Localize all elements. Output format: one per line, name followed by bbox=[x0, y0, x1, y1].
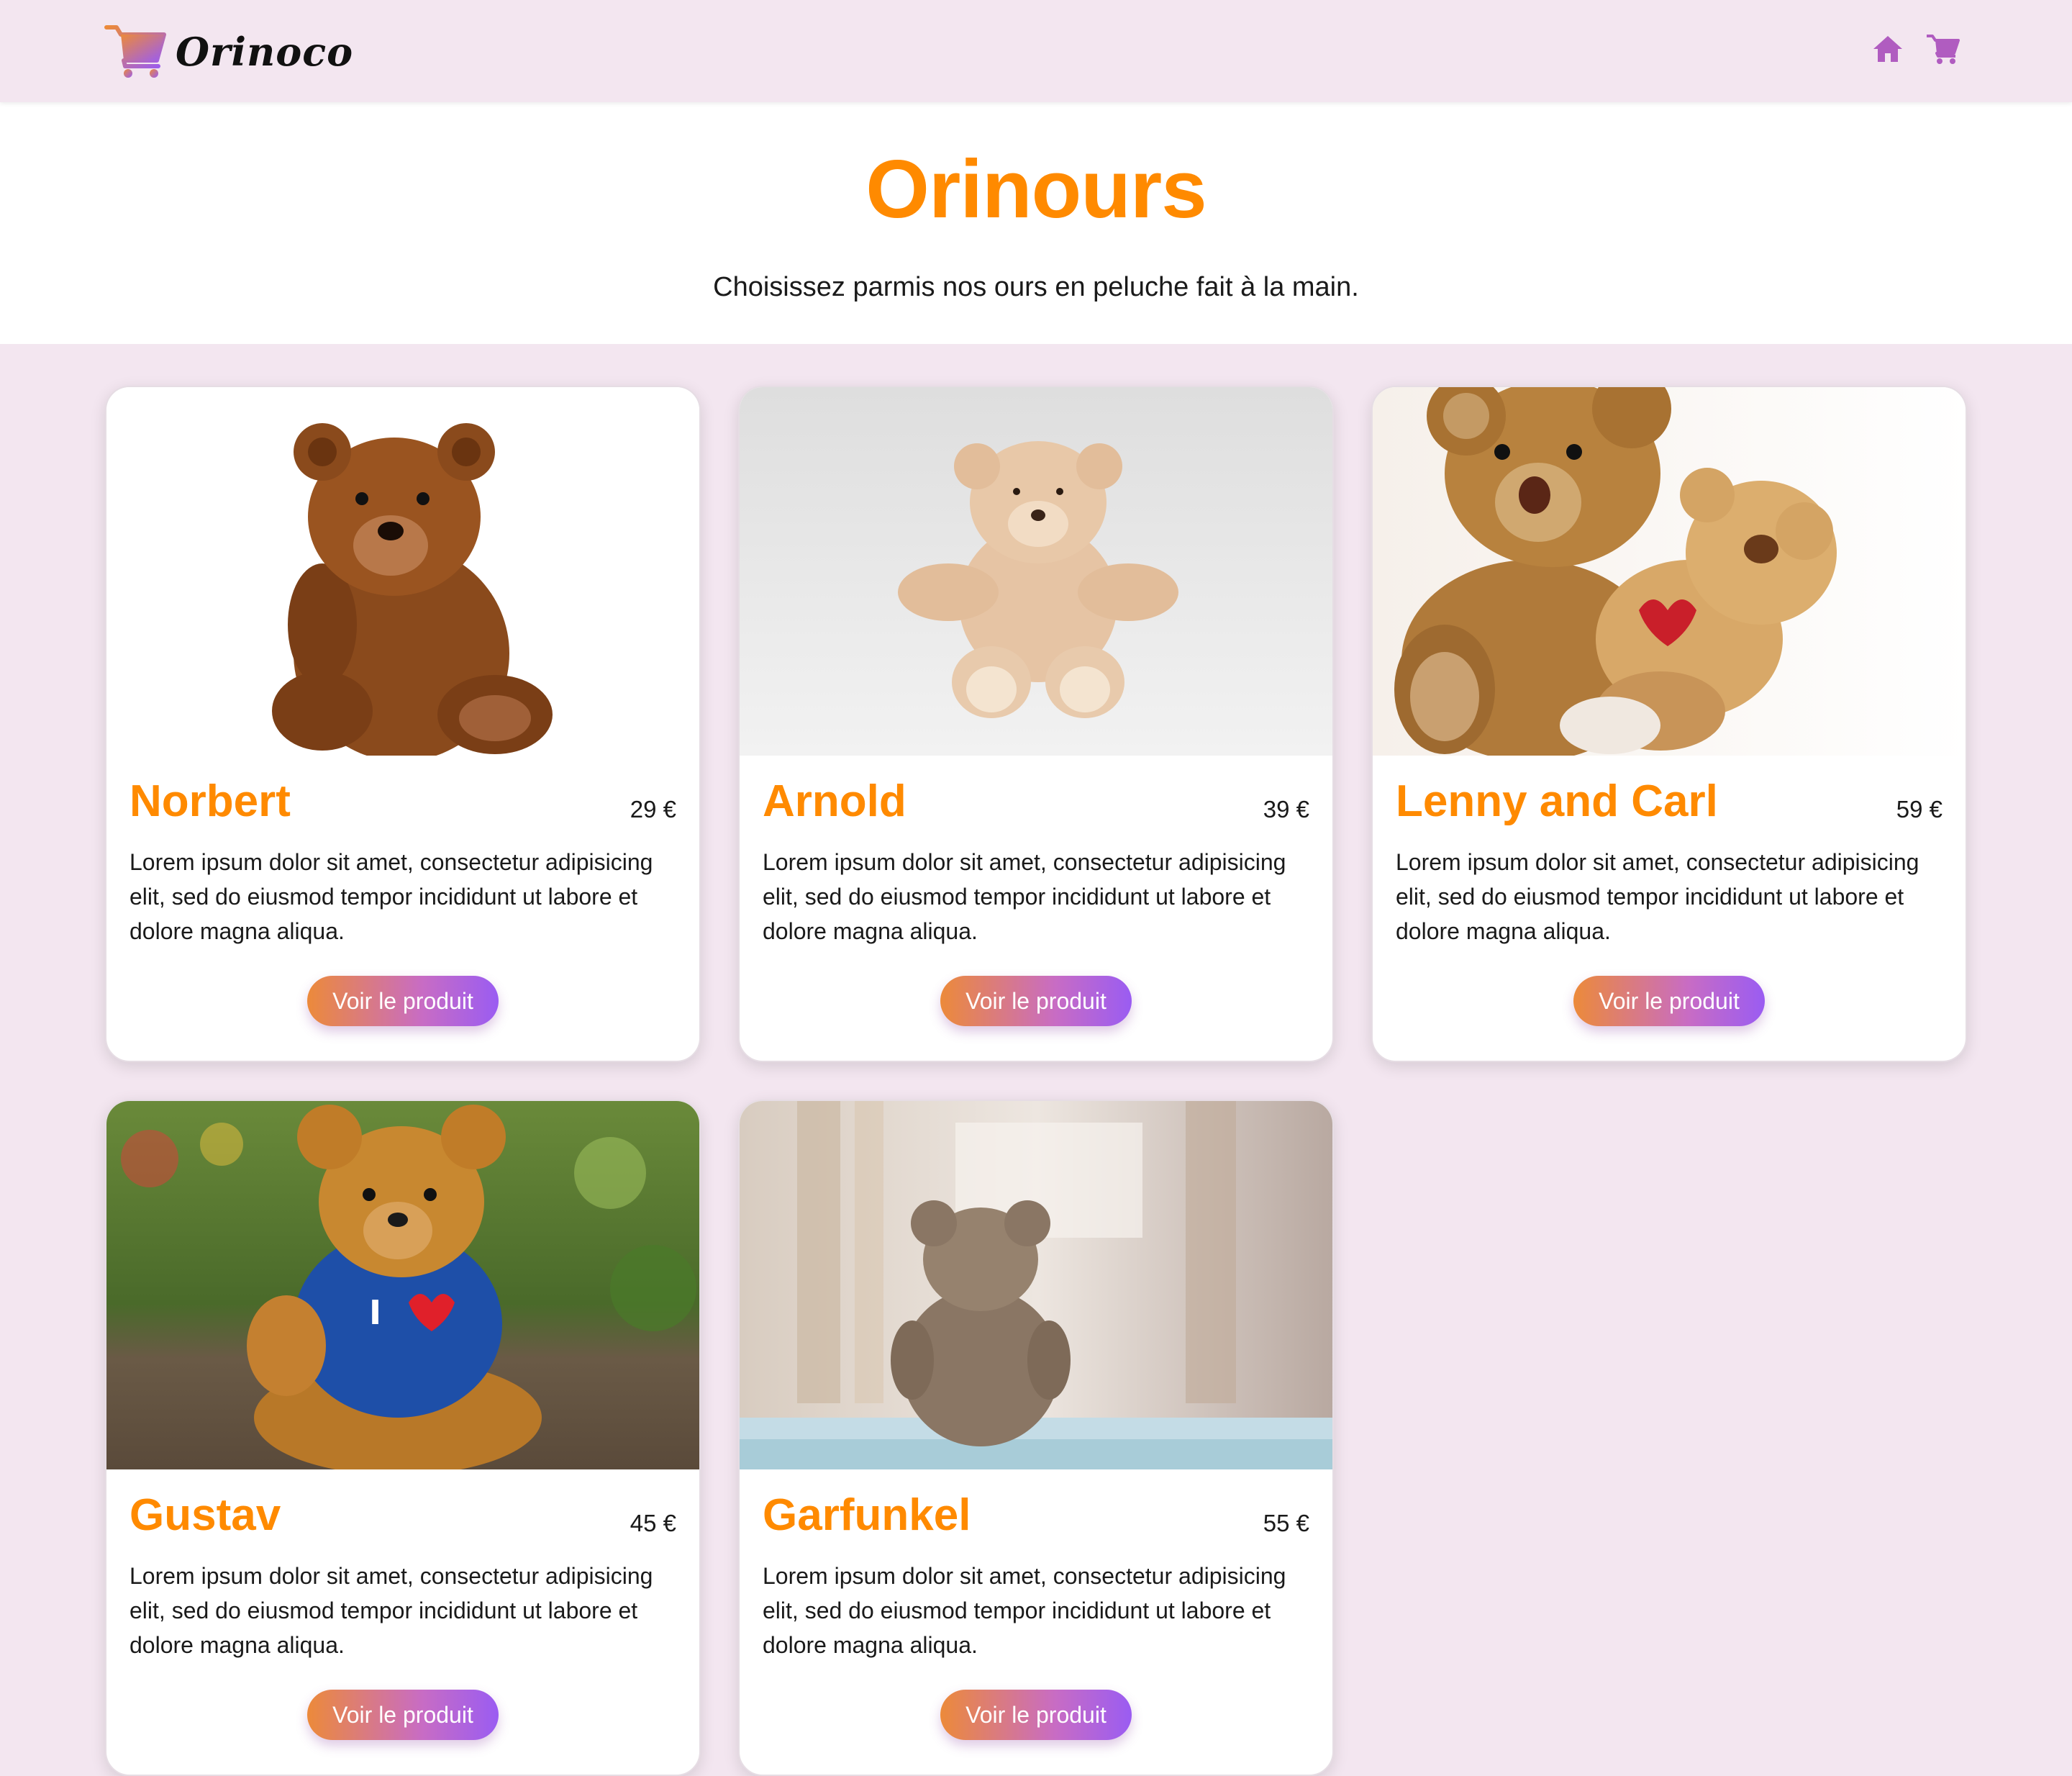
product-name: Arnold bbox=[763, 776, 906, 826]
product-card-gustav: I Gustav 45 € Lorem ipsum dolor sit amet… bbox=[105, 1100, 701, 1776]
product-image-lenny-and-carl[interactable] bbox=[1373, 387, 1966, 756]
product-image-arnold[interactable] bbox=[740, 387, 1332, 756]
brand-name: Orinoco bbox=[176, 29, 354, 75]
view-product-button[interactable]: Voir le produit bbox=[940, 1690, 1132, 1740]
view-product-button[interactable]: Voir le produit bbox=[307, 1690, 499, 1740]
product-description: Lorem ipsum dolor sit amet, consectetur … bbox=[1396, 849, 1919, 944]
product-name: Norbert bbox=[130, 776, 291, 826]
product-image-gustav[interactable]: I bbox=[106, 1101, 699, 1469]
product-name: Lenny and Carl bbox=[1396, 776, 1718, 826]
product-description: Lorem ipsum dolor sit amet, consectetur … bbox=[130, 1563, 653, 1658]
product-image-norbert[interactable] bbox=[106, 387, 699, 756]
product-price: 39 € bbox=[1263, 796, 1309, 823]
cart-logo-icon bbox=[104, 25, 166, 78]
product-card-garfunkel: Garfunkel 55 € Lorem ipsum dolor sit ame… bbox=[738, 1100, 1334, 1776]
product-card-norbert: Norbert 29 € Lorem ipsum dolor sit amet,… bbox=[105, 386, 701, 1062]
product-description: Lorem ipsum dolor sit amet, consectetur … bbox=[763, 1563, 1286, 1658]
shirt-letter: I bbox=[369, 1293, 381, 1332]
product-name: Gustav bbox=[130, 1490, 281, 1540]
product-description: Lorem ipsum dolor sit amet, consectetur … bbox=[763, 849, 1286, 944]
view-product-button[interactable]: Voir le produit bbox=[940, 976, 1132, 1026]
hero: Orinours Choisissez parmis nos ours en p… bbox=[0, 102, 2072, 344]
product-name: Garfunkel bbox=[763, 1490, 971, 1540]
view-product-button[interactable]: Voir le produit bbox=[307, 976, 499, 1026]
product-card-lenny-and-carl: Lenny and Carl 59 € Lorem ipsum dolor si… bbox=[1371, 386, 1967, 1062]
product-price: 29 € bbox=[630, 796, 676, 823]
page-subtitle: Choisissez parmis nos ours en peluche fa… bbox=[713, 272, 1359, 302]
navbar: Orinoco bbox=[0, 0, 2072, 102]
nav-icons bbox=[1871, 32, 1960, 66]
home-icon[interactable] bbox=[1871, 32, 1905, 66]
product-price: 59 € bbox=[1896, 796, 1942, 823]
product-price: 55 € bbox=[1263, 1510, 1309, 1536]
product-price: 45 € bbox=[630, 1510, 676, 1536]
product-card-arnold: Arnold 39 € Lorem ipsum dolor sit amet, … bbox=[738, 386, 1334, 1062]
product-description: Lorem ipsum dolor sit amet, consectetur … bbox=[130, 849, 653, 944]
product-image-garfunkel[interactable] bbox=[740, 1101, 1332, 1469]
view-product-button[interactable]: Voir le produit bbox=[1573, 976, 1765, 1026]
cart-icon[interactable] bbox=[1925, 32, 1960, 66]
page-title: Orinours bbox=[865, 144, 1207, 235]
brand-link[interactable]: Orinoco bbox=[104, 23, 353, 81]
